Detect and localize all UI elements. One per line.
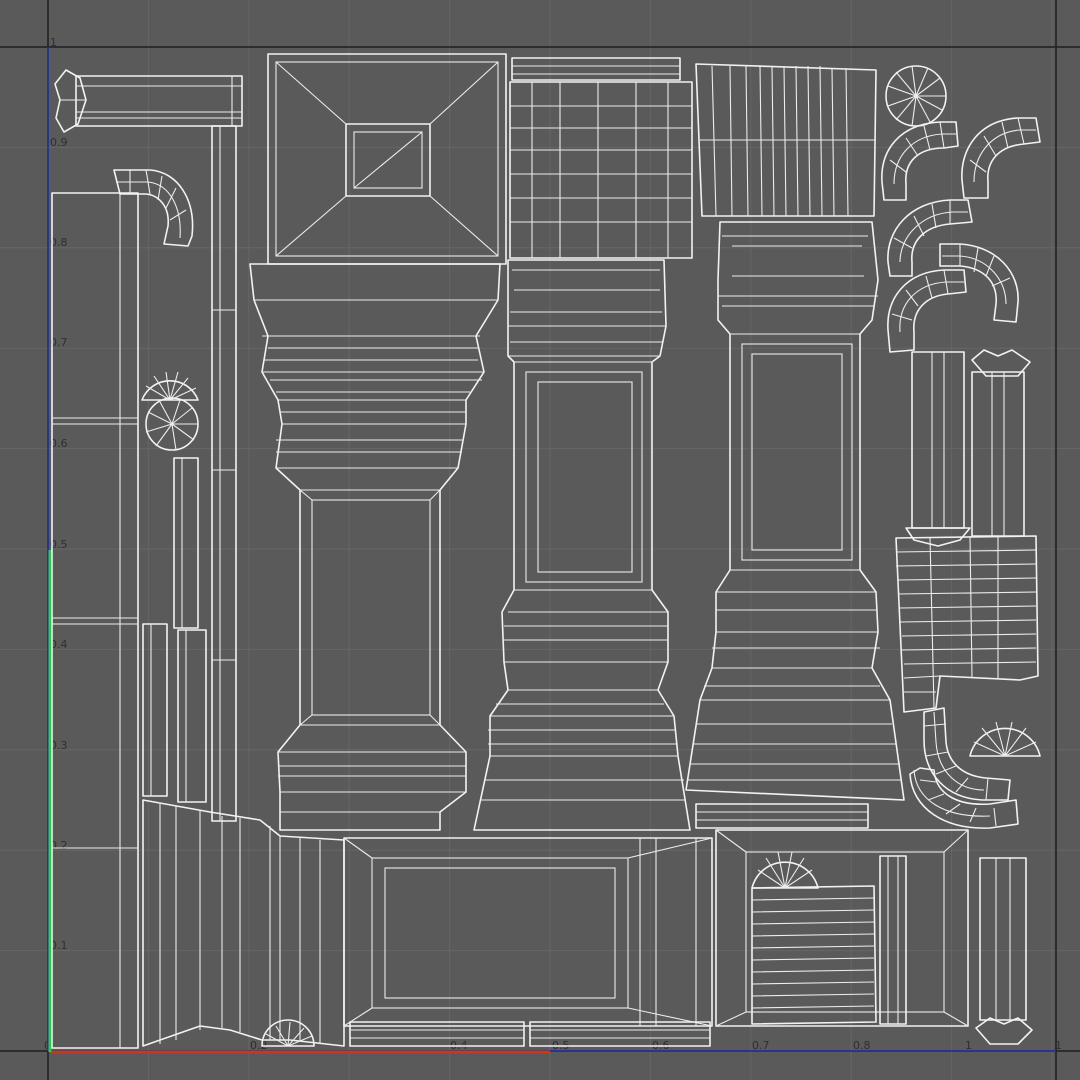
uv-island-column-right[interactable] [685,221,905,829]
uv-editor-viewport[interactable]: 1 0.9 0.8 0.7 0.6 0.5 0.4 0.3 0.2 0.1 0 … [0,0,1080,1080]
u-tick-label: 0.7 [752,1039,770,1052]
v-tick-label: 1 [50,36,57,49]
uv-island-left-base-band[interactable] [142,799,345,1047]
uv-island-ribbed-block[interactable] [895,535,1039,713]
uv-island-slim-columns[interactable] [905,349,1033,1045]
uv-island-grid-block[interactable] [509,57,693,259]
uv-island-strip-block[interactable] [695,63,877,217]
uv-island-column-front[interactable] [249,263,501,831]
uv-island-column-middle[interactable] [473,259,691,831]
u-tick-label: 1 [965,1039,972,1052]
uv-grid [0,0,1080,1080]
uv-canvas[interactable]: 1 0.9 0.8 0.7 0.6 0.5 0.4 0.3 0.2 0.1 0 … [0,0,1080,1080]
uv-island-curved-arcs[interactable] [113,117,1041,829]
uv-frame [0,0,1080,1080]
uv-island-bottom-long-band[interactable] [343,837,713,1047]
uv-island-left-tall-strip[interactable] [51,125,237,1049]
uv-island-top-cap-pyramid[interactable] [267,53,507,265]
u-tick-label: 0.8 [853,1039,871,1052]
u-tick-label: 1 [1055,1039,1062,1052]
uv-island-plinth-box[interactable] [715,829,969,1027]
v-tick-label: 0.9 [50,136,68,149]
